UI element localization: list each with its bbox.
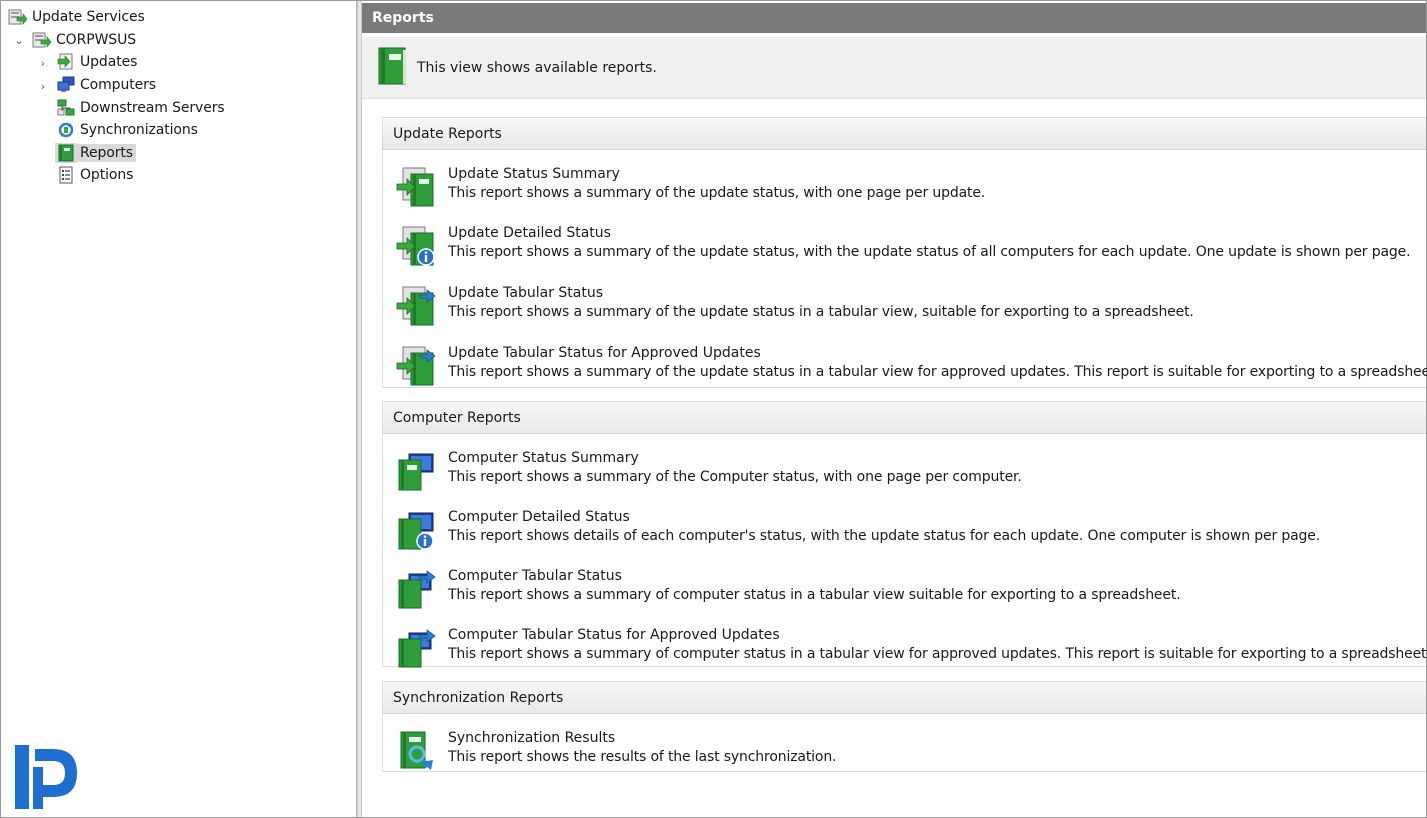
tree-item-synchronizations[interactable]: Synchronizations: [55, 119, 201, 141]
report-title[interactable]: Computer Detailed Status: [448, 509, 630, 525]
computer-tabular-report-icon: [395, 627, 437, 669]
report-title[interactable]: Update Tabular Status for Approved Updat…: [448, 345, 761, 361]
tree-item-label: Computers: [80, 77, 156, 93]
synchronizations-icon: [55, 120, 77, 140]
report-description: This report shows a summary of the Compu…: [448, 469, 1022, 485]
tree-root-update-services[interactable]: Update Services: [7, 6, 148, 28]
update-tabular-report-icon: [395, 345, 437, 387]
report-computer-tabular-approved[interactable]: Computer Tabular Status for Approved Upd…: [383, 623, 1427, 675]
section-computer-reports: Computer Reports Computer Status Summary…: [382, 401, 1427, 668]
computer-report-icon: [395, 450, 437, 492]
report-update-tabular-status[interactable]: Update Tabular Status This report shows …: [383, 281, 1423, 333]
report-update-status-summary[interactable]: Update Status Summary This report shows …: [383, 162, 1423, 214]
report-computer-status-summary[interactable]: Computer Status Summary This report show…: [383, 446, 1423, 498]
report-description: This report shows a summary of the updat…: [448, 364, 1427, 380]
section-header: Update Reports: [383, 118, 1426, 150]
report-title[interactable]: Computer Status Summary: [448, 450, 639, 466]
chevron-right-icon[interactable]: ›: [37, 80, 49, 93]
tree-item-label: Options: [80, 167, 134, 183]
tree-root-label: Update Services: [32, 9, 145, 25]
update-services-icon: [7, 7, 29, 27]
update-tabular-report-icon: [395, 285, 437, 327]
computer-detail-report-icon: [395, 509, 437, 551]
brand-logo: [13, 743, 83, 813]
report-title[interactable]: Update Tabular Status: [448, 285, 603, 301]
tree-item-server[interactable]: CORPWSUS: [31, 29, 139, 51]
report-update-tabular-approved[interactable]: Update Tabular Status for Approved Updat…: [383, 341, 1427, 393]
computers-icon: [55, 75, 77, 95]
report-description: This report shows a summary of the updat…: [448, 185, 986, 201]
info-text: This view shows available reports.: [417, 59, 657, 76]
report-title[interactable]: Update Detailed Status: [448, 225, 611, 241]
tree-item-label: Updates: [80, 54, 138, 70]
tree-item-options[interactable]: Options: [55, 164, 136, 186]
reports-pane: Reports This view shows available report…: [362, 1, 1427, 817]
tree-item-downstream-servers[interactable]: Downstream Servers: [55, 97, 228, 119]
tree-item-reports[interactable]: Reports: [55, 142, 137, 164]
report-description: This report shows details of each comput…: [448, 528, 1321, 544]
report-update-detailed-status[interactable]: Update Detailed Status This report shows…: [383, 221, 1423, 273]
section-header: Synchronization Reports: [383, 682, 1426, 714]
reports-icon: [55, 143, 77, 163]
chevron-down-icon[interactable]: ⌄: [13, 34, 25, 47]
navigation-tree: Update Services ⌄ CORPWSUS › Updates › C…: [1, 1, 357, 817]
report-description: This report shows a summary of computer …: [448, 646, 1427, 662]
report-computer-tabular-status[interactable]: Computer Tabular Status This report show…: [383, 564, 1423, 616]
wsus-console-window: Update Services ⌄ CORPWSUS › Updates › C…: [0, 0, 1427, 818]
section-synchronization-reports: Synchronization Reports Synchronization …: [382, 681, 1426, 772]
options-icon: [55, 165, 77, 185]
report-computer-detailed-status[interactable]: Computer Detailed Status This report sho…: [383, 505, 1423, 557]
tree-item-label: Synchronizations: [80, 122, 198, 138]
report-title[interactable]: Synchronization Results: [448, 730, 615, 746]
update-detail-report-icon: [395, 225, 437, 267]
info-banner: This view shows available reports.: [362, 37, 1426, 99]
tree-item-label: Downstream Servers: [80, 100, 225, 116]
server-icon: [31, 30, 53, 50]
reports-book-icon: [376, 46, 408, 90]
update-report-icon: [395, 166, 437, 208]
computer-tabular-report-icon: [395, 568, 437, 610]
section-update-reports: Update Reports Update Status Summary Thi…: [382, 117, 1427, 388]
synchronization-report-icon: [395, 730, 437, 772]
section-header: Computer Reports: [383, 402, 1426, 434]
downstream-servers-icon: [55, 98, 77, 118]
report-title[interactable]: Update Status Summary: [448, 166, 620, 182]
report-synchronization-results[interactable]: Synchronization Results This report show…: [383, 726, 1423, 778]
tree-item-label: Reports: [77, 144, 137, 162]
report-description: This report shows a summary of the updat…: [448, 304, 1194, 320]
report-description: This report shows a summary of the updat…: [448, 244, 1411, 260]
report-title[interactable]: Computer Tabular Status for Approved Upd…: [448, 627, 780, 643]
chevron-right-icon[interactable]: ›: [37, 57, 49, 70]
tree-item-computers[interactable]: Computers: [55, 74, 159, 96]
updates-icon: [55, 52, 77, 72]
report-description: This report shows a summary of computer …: [448, 587, 1181, 603]
report-title[interactable]: Computer Tabular Status: [448, 568, 622, 584]
tree-server-label: CORPWSUS: [56, 32, 137, 48]
tree-item-updates[interactable]: Updates: [55, 51, 140, 73]
report-description: This report shows the results of the las…: [448, 749, 837, 765]
pane-title: Reports: [362, 3, 1426, 33]
